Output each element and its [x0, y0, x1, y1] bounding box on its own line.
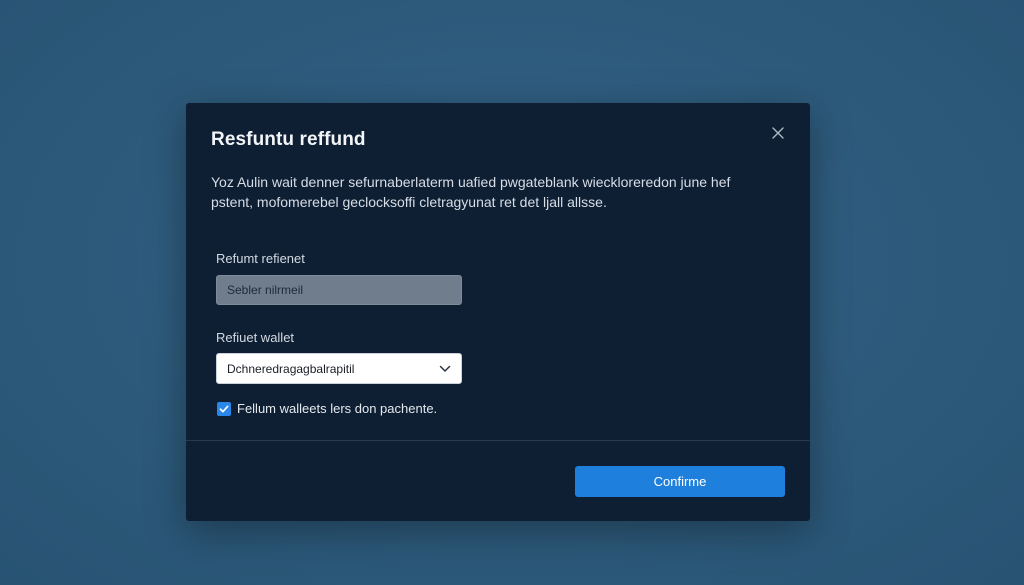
refund-input[interactable] [216, 275, 462, 305]
notify-checkbox-label: Fellum walleets lers don pachente. [237, 401, 438, 416]
wallet-select-value: Dchneredragagbalrapitil [227, 361, 355, 376]
refund-field-label: Refumt refienet [216, 251, 305, 266]
checkmark-icon [219, 405, 229, 412]
footer-divider [186, 440, 810, 441]
chevron-down-icon [439, 365, 451, 372]
refund-dialog: Resfuntu reffund Yoz Aulin wait denner s… [186, 103, 810, 521]
close-icon [772, 127, 784, 139]
dialog-title: Resfuntu reffund [211, 129, 366, 150]
close-button[interactable] [768, 123, 788, 143]
wallet-select[interactable]: Dchneredragagbalrapitil [216, 353, 462, 384]
notify-checkbox-row[interactable]: Fellum walleets lers don pachente. [217, 401, 437, 416]
confirm-button[interactable]: Confirme [575, 466, 785, 497]
notify-checkbox[interactable] [217, 401, 231, 416]
dialog-description: Yoz Aulin wait denner sefurnaberlaterm u… [211, 174, 731, 210]
wallet-field-label: Refiuet wallet [216, 330, 295, 345]
